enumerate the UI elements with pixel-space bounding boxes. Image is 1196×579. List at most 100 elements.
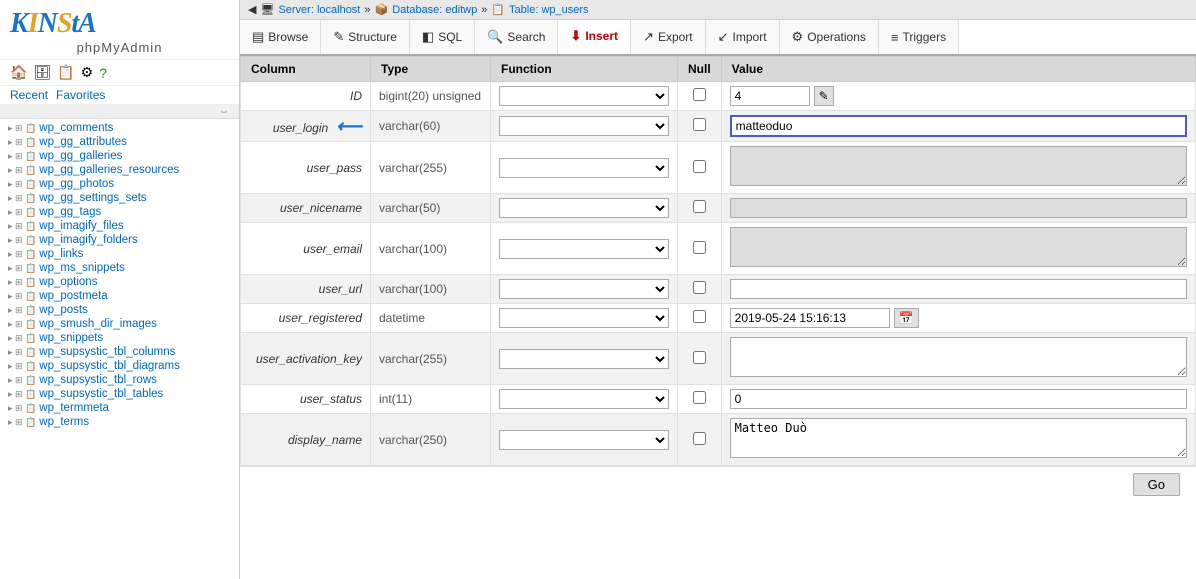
toolbar-btn-import[interactable]: ↙Import	[706, 20, 780, 54]
function-select[interactable]	[499, 430, 669, 450]
function-select[interactable]	[499, 389, 669, 409]
null-checkbox[interactable]	[693, 160, 706, 173]
tree-item[interactable]: ▸ ⊞ 📋wp_gg_settings_sets	[0, 191, 239, 205]
value-textarea[interactable]	[730, 227, 1187, 267]
null-checkbox[interactable]	[693, 88, 706, 101]
id-edit-icon[interactable]: ✎	[814, 86, 834, 106]
tree-item[interactable]: ▸ ⊞ 📋wp_gg_galleries	[0, 149, 239, 163]
null-checkbox[interactable]	[693, 118, 706, 131]
tree-item[interactable]: ▸ ⊞ 📋wp_ms_snippets	[0, 261, 239, 275]
tree-item[interactable]: ▸ ⊞ 📋wp_supsystic_tbl_diagrams	[0, 359, 239, 373]
null-checkbox[interactable]	[693, 310, 706, 323]
toolbar-btn-search[interactable]: 🔍Search	[475, 20, 558, 54]
server-link[interactable]: Server: localhost	[278, 4, 360, 16]
tree-item[interactable]: ▸ ⊞ 📋wp_terms	[0, 415, 239, 429]
col-value[interactable]	[721, 275, 1195, 304]
col-function[interactable]	[491, 111, 678, 142]
col-null[interactable]	[678, 275, 722, 304]
col-null[interactable]	[678, 142, 722, 194]
tree-item[interactable]: ▸ ⊞ 📋wp_comments	[0, 121, 239, 135]
tree-item[interactable]: ▸ ⊞ 📋wp_posts	[0, 303, 239, 317]
value-input[interactable]	[730, 198, 1187, 218]
col-null[interactable]	[678, 304, 722, 333]
col-function[interactable]	[491, 194, 678, 223]
col-function[interactable]	[491, 275, 678, 304]
settings-icon[interactable]: ⚙	[81, 64, 94, 81]
function-select[interactable]	[499, 349, 669, 369]
tree-item[interactable]: ▸ ⊞ 📋wp_imagify_folders	[0, 233, 239, 247]
tree-item[interactable]: ▸ ⊞ 📋wp_supsystic_tbl_rows	[0, 373, 239, 387]
tree-item[interactable]: ▸ ⊞ 📋wp_gg_attributes	[0, 135, 239, 149]
tree-item[interactable]: ▸ ⊞ 📋wp_gg_photos	[0, 177, 239, 191]
col-value[interactable]: ✎	[721, 82, 1195, 111]
toolbar-btn-export[interactable]: ↗Export	[631, 20, 706, 54]
value-textarea[interactable]	[730, 146, 1187, 186]
expand-toggle[interactable]: ⇔	[0, 105, 239, 119]
null-checkbox[interactable]	[693, 432, 706, 445]
go-button[interactable]: Go	[1133, 473, 1180, 496]
null-checkbox[interactable]	[693, 391, 706, 404]
col-value[interactable]	[721, 194, 1195, 223]
col-function[interactable]	[491, 223, 678, 275]
tree-item[interactable]: ▸ ⊞ 📋wp_postmeta	[0, 289, 239, 303]
toolbar-btn-structure[interactable]: ✎Structure	[321, 20, 410, 54]
function-select[interactable]	[499, 198, 669, 218]
tree-item[interactable]: ▸ ⊞ 📋wp_snippets	[0, 331, 239, 345]
null-checkbox[interactable]	[693, 281, 706, 294]
help-icon[interactable]: ?	[99, 65, 107, 81]
toolbar-btn-triggers[interactable]: ≡Triggers	[879, 20, 959, 54]
home-icon[interactable]: 🏠	[10, 64, 27, 81]
database-link[interactable]: Database: editwp	[392, 4, 477, 16]
col-null[interactable]	[678, 223, 722, 275]
toolbar-btn-browse[interactable]: ▤Browse	[240, 20, 321, 54]
table-link[interactable]: Table: wp_users	[509, 4, 589, 16]
tree-item[interactable]: ▸ ⊞ 📋wp_termmeta	[0, 401, 239, 415]
calendar-icon[interactable]: 📅	[894, 308, 919, 328]
tree-item[interactable]: ▸ ⊞ 📋wp_options	[0, 275, 239, 289]
col-null[interactable]	[678, 414, 722, 466]
tree-item[interactable]: ▸ ⊞ 📋wp_imagify_files	[0, 219, 239, 233]
table-icon[interactable]: 📋	[57, 64, 74, 81]
tree-item[interactable]: ▸ ⊞ 📋wp_supsystic_tbl_tables	[0, 387, 239, 401]
toolbar-btn-insert[interactable]: ⬇Insert	[558, 20, 631, 54]
value-input[interactable]	[730, 86, 810, 106]
db-icon[interactable]: 🗄	[33, 64, 51, 81]
value-input[interactable]	[730, 115, 1187, 137]
col-value[interactable]	[721, 333, 1195, 385]
null-checkbox[interactable]	[693, 241, 706, 254]
favorites-link[interactable]: Favorites	[56, 88, 105, 102]
col-value[interactable]	[721, 142, 1195, 194]
value-textarea[interactable]	[730, 337, 1187, 377]
col-null[interactable]	[678, 111, 722, 142]
tree-item[interactable]: ▸ ⊞ 📋wp_links	[0, 247, 239, 261]
col-null[interactable]	[678, 82, 722, 111]
value-input[interactable]	[730, 279, 1187, 299]
function-select[interactable]	[499, 86, 669, 106]
tree-item[interactable]: ▸ ⊞ 📋wp_supsystic_tbl_columns	[0, 345, 239, 359]
col-null[interactable]	[678, 194, 722, 223]
function-select[interactable]	[499, 279, 669, 299]
null-checkbox[interactable]	[693, 351, 706, 364]
col-function[interactable]	[491, 414, 678, 466]
col-function[interactable]	[491, 385, 678, 414]
col-function[interactable]	[491, 304, 678, 333]
col-value[interactable]	[721, 111, 1195, 142]
recent-link[interactable]: Recent	[10, 88, 48, 102]
function-select[interactable]	[499, 116, 669, 136]
col-function[interactable]	[491, 82, 678, 111]
function-select[interactable]	[499, 308, 669, 328]
toolbar-btn-sql[interactable]: ◧SQL	[410, 20, 475, 54]
col-value[interactable]	[721, 414, 1195, 466]
col-value[interactable]	[721, 223, 1195, 275]
tree-item[interactable]: ▸ ⊞ 📋wp_smush_dir_images	[0, 317, 239, 331]
tree-item[interactable]: ▸ ⊞ 📋wp_gg_tags	[0, 205, 239, 219]
col-function[interactable]	[491, 142, 678, 194]
col-value[interactable]: 📅	[721, 304, 1195, 333]
col-value[interactable]	[721, 385, 1195, 414]
null-checkbox[interactable]	[693, 200, 706, 213]
back-btn[interactable]: ◀	[248, 3, 256, 16]
col-null[interactable]	[678, 333, 722, 385]
function-select[interactable]	[499, 239, 669, 259]
toolbar-btn-operations[interactable]: ⚙Operations	[780, 20, 879, 54]
function-select[interactable]	[499, 158, 669, 178]
